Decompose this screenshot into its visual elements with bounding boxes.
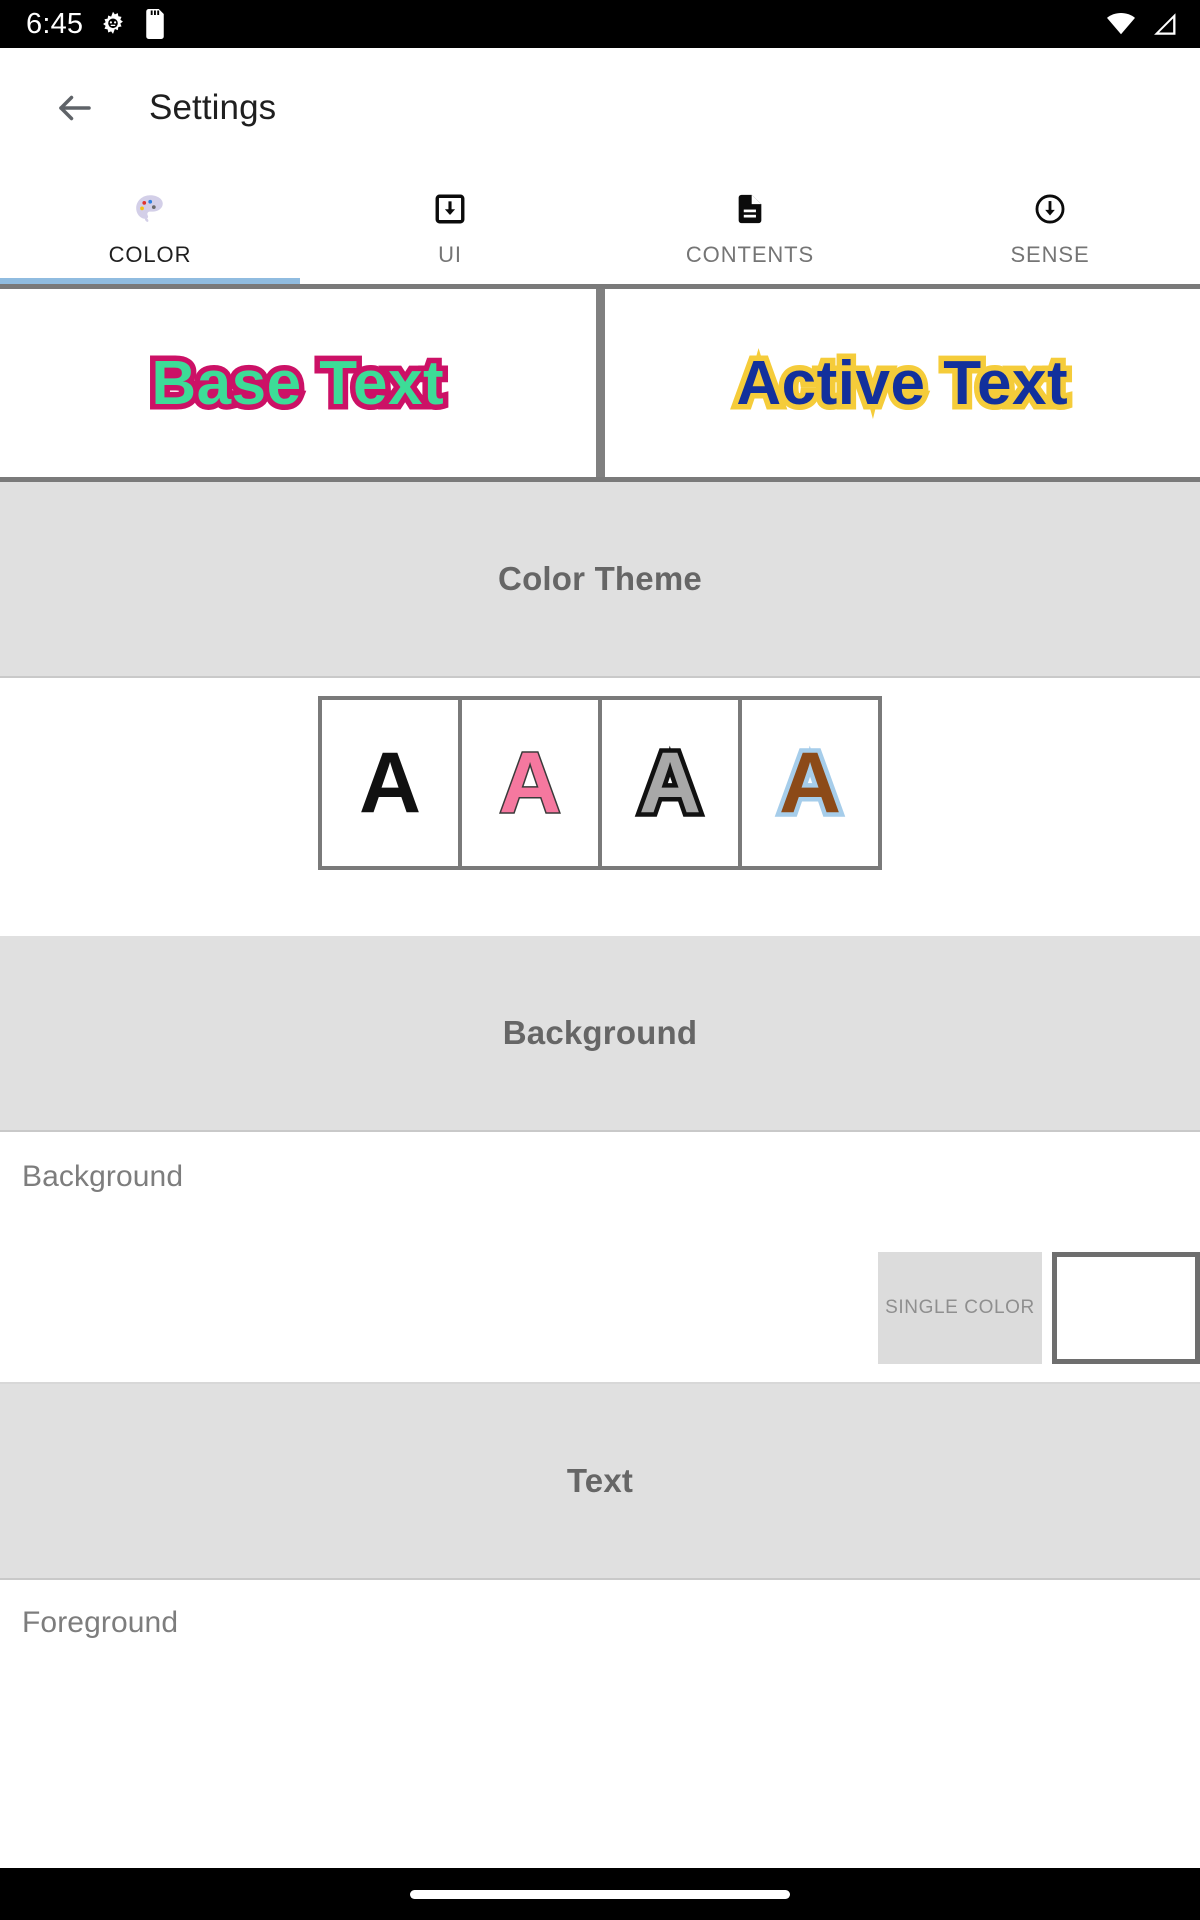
back-button[interactable]	[46, 79, 104, 137]
settings-screen: 6:45 Settings COLOR UI CONTENTS SENSE Ba…	[0, 0, 1200, 1920]
status-bar-left: 6:45	[26, 8, 167, 41]
sd-card-icon	[143, 9, 167, 39]
app-bar: Settings	[0, 48, 1200, 168]
status-clock: 6:45	[26, 7, 84, 40]
section-header-background: Background	[0, 936, 1200, 1132]
color-theme-swatch-block: A A A A	[0, 678, 1200, 936]
base-text-preview-label: Base Text	[146, 343, 449, 423]
background-controls: SINGLE COLOR	[878, 1252, 1200, 1364]
theme-swatch-3[interactable]: A	[602, 700, 738, 866]
foreground-row-label: Foreground	[22, 1606, 179, 1639]
text-preview-row: Base Text Active Text	[0, 284, 1200, 482]
status-bar: 6:45	[0, 0, 1200, 48]
theme-swatch-1[interactable]: A	[322, 700, 458, 866]
section-title-color-theme: Color Theme	[498, 560, 702, 597]
back-arrow-icon	[59, 95, 91, 121]
section-header-color-theme: Color Theme	[0, 482, 1200, 678]
theme-swatch-letter-4: A	[774, 735, 845, 831]
active-text-preview[interactable]: Active Text	[604, 289, 1200, 477]
base-text-preview[interactable]: Base Text	[0, 289, 596, 477]
tab-ui[interactable]: UI	[300, 168, 600, 284]
theme-swatch-4[interactable]: A	[742, 700, 878, 866]
background-color-chip[interactable]	[1052, 1252, 1200, 1364]
download-circle-icon	[1033, 190, 1067, 228]
theme-swatch-letter-3: A	[634, 735, 705, 831]
color-theme-swatch-strip: A A A A	[318, 696, 882, 870]
tab-sense[interactable]: SENSE	[900, 168, 1200, 284]
page-title: Settings	[149, 88, 277, 127]
document-icon	[733, 190, 767, 228]
download-box-icon	[433, 190, 467, 228]
tab-label-color: COLOR	[108, 242, 192, 267]
cellular-signal-icon	[1150, 12, 1178, 36]
background-setting-row[interactable]: Background SINGLE COLOR	[0, 1132, 1200, 1384]
tab-label-sense: SENSE	[1010, 242, 1090, 267]
section-title-text: Text	[566, 1462, 634, 1499]
android-settings-icon	[99, 10, 127, 38]
foreground-setting-row[interactable]: Foreground	[0, 1580, 1200, 1676]
theme-swatch-letter-1: A	[358, 735, 422, 831]
theme-swatch-2[interactable]: A	[462, 700, 598, 866]
section-title-background: Background	[502, 1014, 698, 1051]
theme-swatch-letter-2: A	[497, 735, 562, 831]
tab-bar: COLOR UI CONTENTS SENSE	[0, 168, 1200, 284]
status-bar-right	[1106, 12, 1178, 36]
section-header-text: Text	[0, 1384, 1200, 1580]
tab-color[interactable]: COLOR	[0, 168, 300, 284]
tab-label-contents: CONTENTS	[685, 242, 815, 267]
tab-active-indicator	[0, 278, 300, 284]
palette-icon	[133, 190, 167, 228]
home-gesture-pill[interactable]	[410, 1889, 790, 1899]
navigation-bar	[0, 1868, 1200, 1920]
active-text-preview-label: Active Text	[731, 343, 1073, 423]
background-row-label: Background	[22, 1160, 184, 1193]
single-color-button[interactable]: SINGLE COLOR	[878, 1252, 1042, 1364]
tab-contents[interactable]: CONTENTS	[600, 168, 900, 284]
wifi-icon	[1106, 12, 1136, 36]
tab-label-ui: UI	[438, 242, 462, 267]
